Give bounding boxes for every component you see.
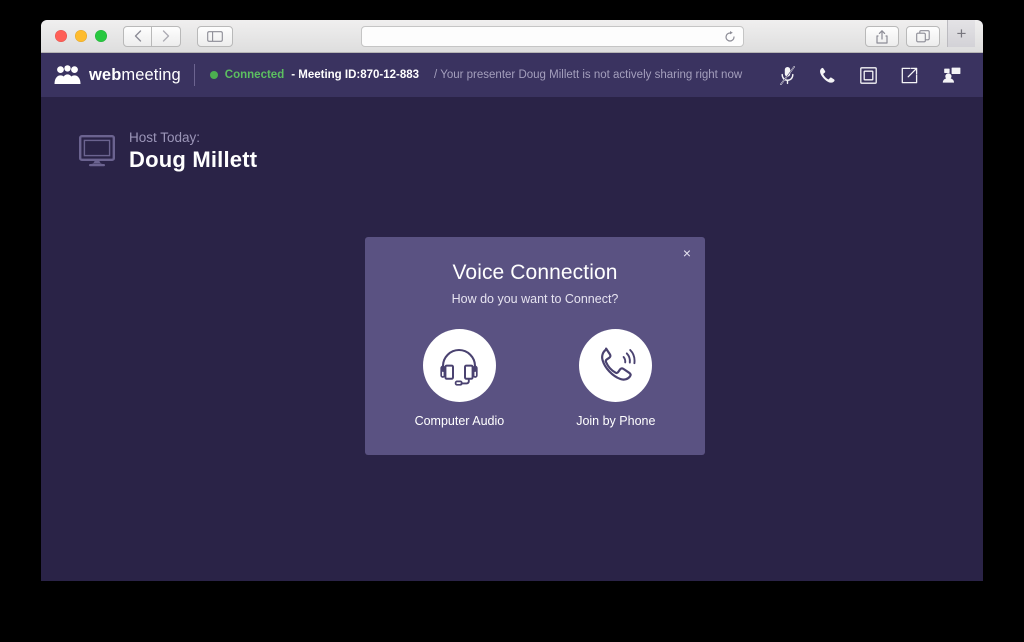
voice-connection-modal: × Voice Connection How do you want to Co…	[365, 237, 705, 455]
sidebar-toggle-icon	[207, 30, 223, 42]
meeting-stage: Host Today: Doug Millett × Voice Connect…	[41, 97, 983, 581]
header-divider	[193, 64, 195, 86]
reload-icon[interactable]	[724, 30, 736, 43]
participants-icon	[942, 67, 961, 83]
join-by-phone-circle	[579, 329, 653, 402]
open-external-icon	[901, 67, 918, 83]
screen-share-button[interactable]	[860, 66, 877, 84]
url-bar[interactable]	[361, 26, 744, 47]
host-info: Host Today: Doug Millett	[79, 130, 257, 172]
back-button[interactable]	[123, 25, 152, 47]
computer-audio-option[interactable]: Computer Audio	[414, 329, 505, 428]
forward-button[interactable]	[152, 25, 181, 47]
status-dot-icon	[209, 71, 218, 79]
sidebar-toggle-button[interactable]	[197, 25, 233, 47]
microphone-muted-button[interactable]	[780, 65, 795, 85]
traffic-lights	[55, 30, 107, 42]
microphone-muted-icon	[780, 65, 795, 85]
open-external-button[interactable]	[901, 67, 918, 84]
logo-bold-text: web	[89, 65, 122, 84]
phone-button[interactable]	[819, 67, 836, 84]
participants-button[interactable]	[942, 67, 961, 83]
modal-subtitle: How do you want to Connect?	[451, 292, 619, 306]
computer-audio-circle	[422, 329, 496, 402]
minimize-window-button[interactable]	[75, 30, 87, 42]
browser-toolbar: +	[41, 20, 983, 53]
chevron-right-icon	[162, 30, 170, 42]
app-header: webmeeting Connected - Meeting ID:870-12…	[41, 53, 983, 97]
zoom-window-button[interactable]	[95, 30, 107, 42]
presenter-note: / Your presenter Doug Millett is not act…	[434, 69, 743, 81]
navigation-buttons	[123, 25, 181, 47]
host-today-label: Host Today:	[129, 130, 201, 145]
phone-ringing-icon	[600, 347, 636, 381]
screen-share-icon	[860, 66, 877, 84]
show-tabs-button[interactable]	[906, 26, 940, 47]
app-logo[interactable]: webmeeting	[54, 65, 181, 85]
header-action-icons	[780, 65, 961, 85]
connection-status: Connected - Meeting ID:870-12-883 / Your…	[209, 69, 743, 81]
new-tab-button[interactable]: +	[947, 20, 975, 47]
modal-title: Voice Connection	[452, 261, 618, 284]
people-group-icon	[54, 65, 81, 84]
share-button[interactable]	[865, 26, 899, 47]
toolbar-right-actions: +	[865, 20, 975, 47]
logo-light-text: meeting	[121, 65, 181, 84]
host-text: Host Today: Doug Millett	[129, 130, 257, 172]
join-by-phone-option[interactable]: Join by Phone	[576, 329, 655, 428]
connection-options: Computer Audio Join by Phone	[365, 329, 705, 428]
chevron-left-icon	[134, 30, 141, 42]
phone-icon	[820, 67, 835, 83]
headset-icon	[440, 348, 479, 386]
close-modal-button[interactable]: ×	[679, 245, 695, 261]
browser-window: + webmeeting Connected - Meeting ID:870-…	[41, 20, 983, 581]
join-by-phone-label: Join by Phone	[576, 414, 656, 428]
computer-audio-label: Computer Audio	[414, 414, 505, 428]
status-connected-label: Connected	[224, 69, 285, 81]
host-name-label: Doug Millett	[129, 146, 258, 172]
share-icon	[876, 29, 888, 44]
monitor-icon	[79, 134, 115, 167]
show-tabs-icon	[916, 30, 930, 43]
close-window-button[interactable]	[55, 30, 67, 42]
meeting-id-label: - Meeting ID:870-12-883	[291, 69, 420, 81]
logo-wordmark: webmeeting	[89, 66, 181, 85]
